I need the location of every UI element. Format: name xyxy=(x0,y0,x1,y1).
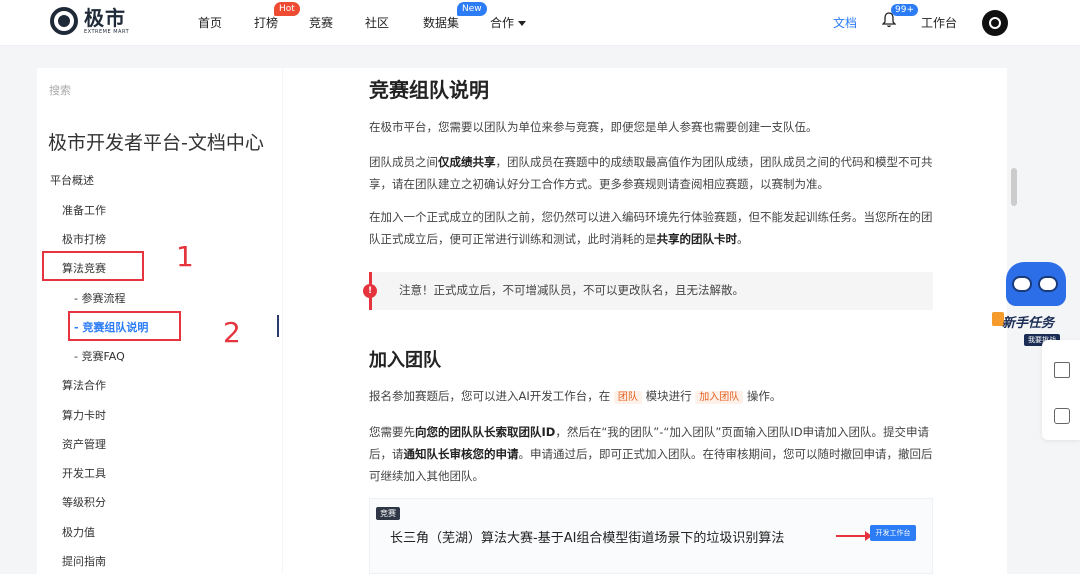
nav-community[interactable]: 社区 xyxy=(365,0,389,46)
floating-toolbar xyxy=(1042,340,1080,440)
sidebar-item-cooperation[interactable]: 算法合作 xyxy=(62,377,106,393)
sidebar-item-power[interactable]: 极力值 xyxy=(62,524,95,540)
sidebar-item-overview[interactable]: 平台概述 xyxy=(50,172,94,188)
nav-home[interactable]: 首页 xyxy=(198,0,222,46)
avatar[interactable] xyxy=(982,10,1008,36)
docs-link[interactable]: 文档 xyxy=(833,0,857,46)
sidebar-item-compute[interactable]: 算力卡时 xyxy=(62,407,106,423)
tag-team: 团队 xyxy=(613,391,642,404)
paragraph-score-sharing: 团队成员之间仅成绩共享，团队成员在赛题中的成绩取最高值作为团队成绩，团队成员之间… xyxy=(369,155,933,191)
document-icon[interactable] xyxy=(1054,362,1070,378)
warning-icon: ! xyxy=(363,284,377,298)
search-input[interactable]: 搜索 xyxy=(49,82,71,98)
tag-join-team: 加入团队 xyxy=(695,391,744,404)
nav-competition[interactable]: 竞赛 xyxy=(309,0,333,46)
nav-leaderboard[interactable]: 打榜 Hot xyxy=(254,0,300,46)
dev-workbench-button: 开发工作台 xyxy=(870,525,916,541)
logo[interactable]: 极市 EXTREME MART xyxy=(50,7,129,35)
new-badge: New xyxy=(457,2,487,16)
logo-subtext: EXTREME MART xyxy=(84,28,130,35)
sidebar-item-guide[interactable]: 提问指南 xyxy=(62,553,106,569)
page-scrollbar[interactable] xyxy=(1011,168,1017,206)
competition-tag: 竞赛 xyxy=(376,507,400,520)
competition-title: 长三角（芜湖）算法大赛-基于AI组合模型街道场景下的垃圾识别算法 xyxy=(390,531,785,546)
workbench-link[interactable]: 工作台 xyxy=(921,0,957,46)
notification-badge: 99+ xyxy=(891,4,918,16)
annotation-box-1 xyxy=(42,251,144,281)
paragraph-join-steps: 报名参加赛题后，您可以进入AI开发工作台，在 团队 模块进行 加入团队 操作。 xyxy=(369,389,782,404)
paragraph-team-formation: 在加入一个正式成立的团队之前，您仍然可以进入编码环境先行体验赛题，但不能发起训练… xyxy=(369,210,933,246)
paragraph-intro: 在极市平台，您需要以团队为单位来参与竞赛，即便您是单人参赛也需要创建一支队伍。 xyxy=(369,120,818,134)
top-header: 极市 EXTREME MART 首页 打榜 Hot 竞赛 社区 数据集 New … xyxy=(0,0,1080,46)
nav-cooperation[interactable]: 合作 xyxy=(490,0,527,46)
chevron-down-icon xyxy=(518,21,527,26)
sidebar-item-devtools[interactable]: 开发工具 xyxy=(62,465,106,481)
embedded-screenshot: 竞赛 长三角（芜湖）算法大赛-基于AI组合模型街道场景下的垃圾识别算法 开发工作… xyxy=(369,498,933,574)
promo-title: 新手任务 xyxy=(1002,316,1055,331)
sidebar-item-process[interactable]: - 参赛流程 xyxy=(74,290,125,306)
chat-icon[interactable] xyxy=(1054,408,1070,424)
sidebar-scroll-indicator xyxy=(277,315,279,337)
logo-text: 极市 xyxy=(84,5,126,30)
sidebar-item-assets[interactable]: 资产管理 xyxy=(62,436,106,452)
logo-icon xyxy=(50,7,78,35)
doc-content: 竞赛组队说明 在极市平台，您需要以团队为单位来参与竞赛，即便您是单人参赛也需要创… xyxy=(283,68,1007,574)
notice-box: ! 注意！正式成立后，不可增减队员，不可以更改队名，且无法解散。 xyxy=(363,272,933,310)
sidebar-title: 极市开发者平台-文档中心 xyxy=(48,132,264,154)
notice-text: 注意！正式成立后，不可增减队员，不可以更改队名，且无法解散。 xyxy=(399,283,744,297)
robot-icon xyxy=(1006,262,1066,306)
paragraph-join-details: 您需要先向您的团队队长索取团队ID，然后在“我的团队”-“加入团队”页面输入团队… xyxy=(369,425,933,483)
sidebar-item-preparation[interactable]: 准备工作 xyxy=(62,202,106,218)
hot-badge: Hot xyxy=(274,2,300,16)
page-title: 竞赛组队说明 xyxy=(369,78,489,102)
arrow-icon xyxy=(836,531,872,541)
sidebar-item-leaderboard[interactable]: 极市打榜 xyxy=(62,231,106,247)
sidebar-item-faq[interactable]: - 竞赛FAQ xyxy=(74,348,125,364)
sidebar-item-levels[interactable]: 等级积分 xyxy=(62,494,106,510)
annotation-box-2 xyxy=(68,311,181,341)
annotation-number-2: 2 xyxy=(223,316,241,349)
nav-datasets[interactable]: 数据集 New xyxy=(423,0,487,46)
newbie-task-promo[interactable]: 新手任务 我要挑战 xyxy=(990,258,1080,350)
annotation-number-1: 1 xyxy=(176,240,194,273)
docs-sidebar: 搜索 极市开发者平台-文档中心 平台概述 准备工作 极市打榜 算法竞赛 - 参赛… xyxy=(37,68,282,574)
section-heading-join-team: 加入团队 xyxy=(369,350,441,371)
